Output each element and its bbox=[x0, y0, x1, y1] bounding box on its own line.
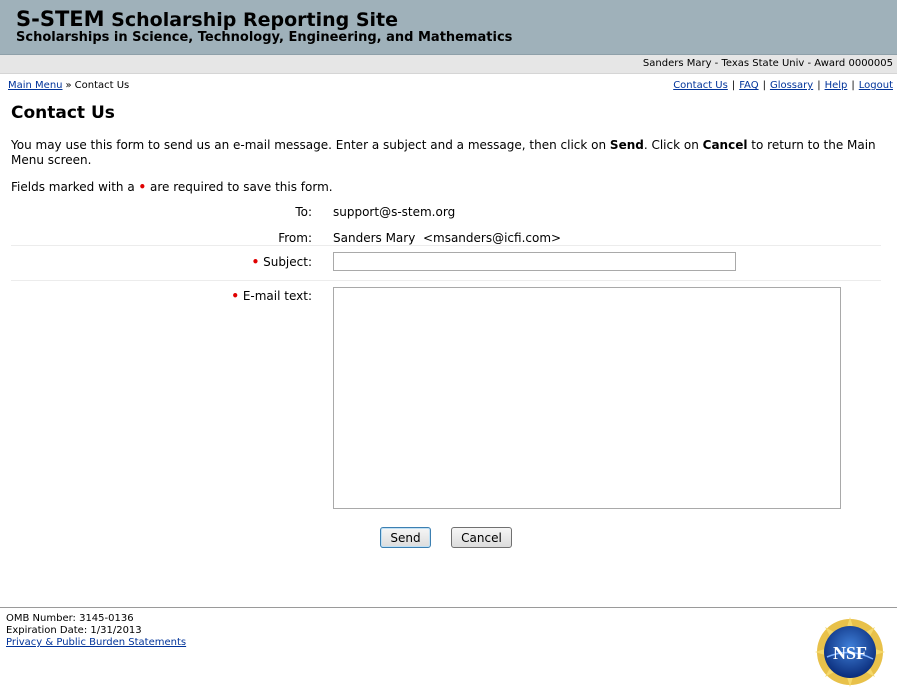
to-value: support@s-stem.org bbox=[333, 205, 456, 219]
top-links: Contact Us | FAQ | Glossary | Help | Logout bbox=[673, 80, 893, 91]
site-subtitle: Scholarships in Science, Technology, Eng… bbox=[16, 30, 513, 45]
to-label: To: bbox=[295, 205, 312, 219]
email-text-label: E-mail text: bbox=[242, 289, 312, 303]
nsf-logo-icon: NSF bbox=[815, 617, 885, 687]
required-fields-note: Fields marked with a • are required to s… bbox=[11, 180, 333, 194]
faq-link[interactable]: FAQ bbox=[739, 80, 758, 91]
required-dot-icon: • bbox=[251, 255, 260, 269]
subject-input[interactable] bbox=[333, 252, 736, 271]
help-link[interactable]: Help bbox=[825, 80, 848, 91]
omb-number: OMB Number: 3145-0136 bbox=[6, 613, 134, 624]
privacy-statements-link[interactable]: Privacy & Public Burden Statements bbox=[6, 637, 186, 648]
breadcrumb: Main Menu» Contact Us bbox=[8, 80, 129, 91]
site-title-abbr: S-STEM bbox=[16, 7, 105, 31]
nsf-logo-text: NSF bbox=[833, 643, 867, 663]
user-award-info: Sanders Mary - Texas State Univ - Award … bbox=[642, 58, 893, 69]
breadcrumb-current: Contact Us bbox=[74, 80, 130, 91]
send-button[interactable]: Send bbox=[380, 527, 431, 548]
link-separator: | bbox=[731, 80, 736, 91]
expiration-date: Expiration Date: 1/31/2013 bbox=[6, 625, 142, 636]
divider bbox=[11, 280, 881, 281]
contact-us-link[interactable]: Contact Us bbox=[673, 80, 728, 91]
email-text-area[interactable] bbox=[333, 287, 841, 509]
site-header: S-STEM Scholarship Reporting Site Schola… bbox=[0, 0, 897, 55]
required-dot-icon: • bbox=[231, 289, 239, 303]
intro-cancel-word: Cancel bbox=[702, 138, 748, 152]
divider bbox=[11, 245, 881, 246]
from-value: Sanders Mary <msanders@icfi.com> bbox=[333, 231, 562, 245]
breadcrumb-main-menu-link[interactable]: Main Menu bbox=[8, 80, 63, 91]
from-label: From: bbox=[278, 231, 312, 245]
footer-divider bbox=[0, 607, 897, 608]
footer: OMB Number: 3145-0136 Expiration Date: 1… bbox=[6, 613, 186, 649]
user-info-bar: Sanders Mary - Texas State Univ - Award … bbox=[0, 55, 897, 74]
site-title-rest: Scholarship Reporting Site bbox=[111, 9, 399, 31]
intro-send-word: Send bbox=[609, 138, 644, 152]
link-separator: | bbox=[762, 80, 766, 91]
glossary-link[interactable]: Glossary bbox=[770, 80, 813, 91]
site-title: S-STEM Scholarship Reporting Site bbox=[16, 7, 398, 31]
intro-part1: You may use this form to send us an e-ma… bbox=[11, 138, 610, 152]
intro-text: You may use this form to send us an e-ma… bbox=[11, 138, 881, 168]
cancel-button[interactable]: Cancel bbox=[451, 527, 512, 548]
page-title: Contact Us bbox=[11, 103, 115, 123]
intro-part2: . Click on bbox=[643, 138, 703, 152]
breadcrumb-separator: » bbox=[65, 80, 72, 91]
required-note-suffix: are required to save this form. bbox=[146, 180, 333, 194]
subject-label-wrap: • Subject: bbox=[12, 255, 312, 269]
subject-label: Subject: bbox=[263, 255, 312, 269]
link-separator: | bbox=[851, 80, 855, 91]
link-separator: | bbox=[817, 80, 821, 91]
required-note-prefix: Fields marked with a bbox=[11, 180, 139, 194]
logout-link[interactable]: Logout bbox=[859, 80, 893, 91]
email-text-label-wrap: • E-mail text: bbox=[12, 289, 312, 303]
